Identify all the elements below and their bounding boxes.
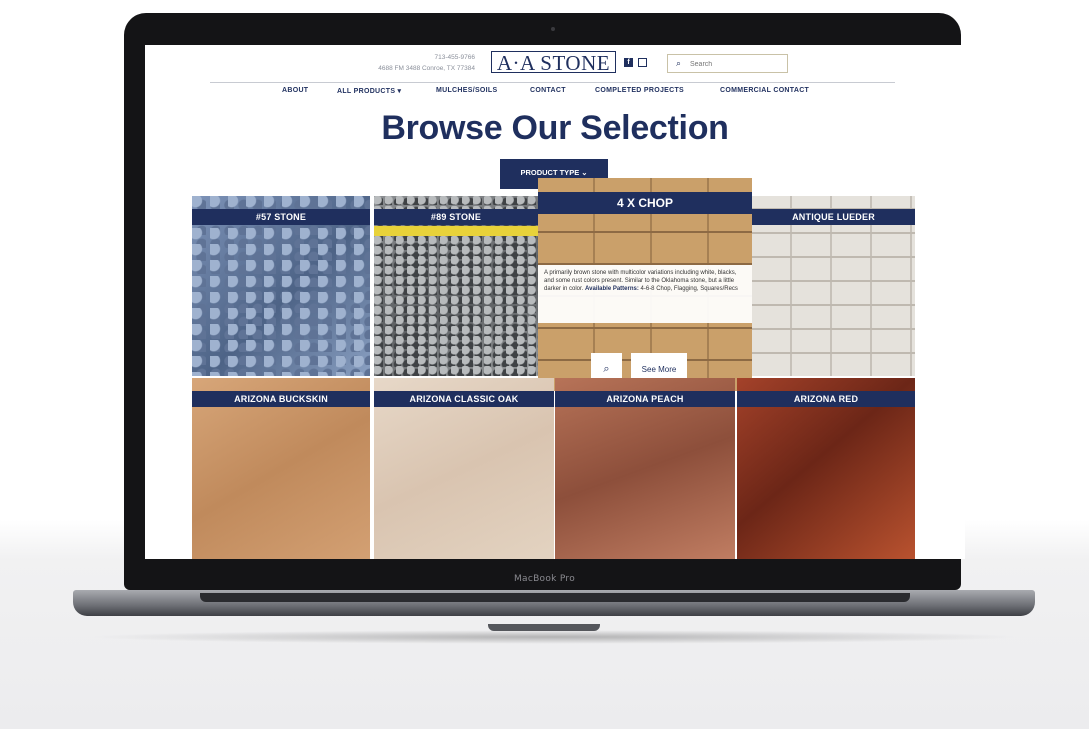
product-tile[interactable]: ANTIQUE LUEDER [752,196,915,376]
trackpad-notch [488,624,600,631]
search-input[interactable] [688,57,787,72]
instagram-icon[interactable] [638,58,647,67]
product-tile[interactable]: ARIZONA RED [737,378,915,559]
product-name: ARIZONA CLASSIC OAK [374,391,554,407]
product-name: ANTIQUE LUEDER [752,209,915,225]
product-tile[interactable]: ARIZONA BUCKSKIN [192,378,370,559]
search-box[interactable]: ⌕ [667,54,788,73]
site-logo[interactable]: A·A STONE [491,51,616,74]
product-name: #57 STONE [192,209,370,225]
page-title: Browse Our Selection [381,109,729,147]
nav-mulches-soils[interactable]: MULCHES/SOILS [436,87,497,94]
product-tile[interactable]: ARIZONA PEACH [555,378,735,559]
patterns-text: 4-6-8 Chop, Flagging, Squares/Recs [640,286,738,292]
product-name: #89 STONE [374,209,538,225]
featured-product-card[interactable]: 4 X CHOP A primarily brown stone with mu… [538,178,752,391]
header-divider [210,82,895,83]
nav-contact[interactable]: CONTACT [530,87,566,94]
main-nav: ABOUT ALL PRODUCTS ▾ MULCHES/SOILS CONTA… [265,87,865,101]
laptop-shadow [86,630,1022,644]
phone-number[interactable]: 713-455-9766 [340,52,475,63]
site-header: 713-455-9766 4688 FM 3488 Conroe, TX 773… [145,45,965,85]
facebook-icon[interactable]: f [624,58,633,67]
nav-about[interactable]: ABOUT [282,87,308,94]
product-name: ARIZONA RED [737,391,915,407]
product-tile[interactable]: #89 STONE [374,196,538,376]
camera-icon [551,27,555,31]
product-name: ARIZONA PEACH [555,391,735,407]
product-tile[interactable]: #57 STONE [192,196,370,376]
product-name: ARIZONA BUCKSKIN [192,391,370,407]
nav-completed-projects[interactable]: COMPLETED PROJECTS [595,87,684,94]
product-description: A primarily brown stone with multicolor … [538,265,752,323]
product-tile[interactable]: ARIZONA CLASSIC OAK [374,378,554,559]
patterns-label: Available Patterns: [585,286,639,292]
nav-all-products[interactable]: ALL PRODUCTS ▾ [337,87,401,95]
featured-product-name: 4 X CHOP [538,192,752,214]
contact-info: 713-455-9766 4688 FM 3488 Conroe, TX 773… [340,52,475,74]
keyboard-gap [200,593,910,602]
measuring-tape [374,226,538,236]
nav-commercial-contact[interactable]: COMMERCIAL CONTACT [720,87,809,94]
laptop-screen: 713-455-9766 4688 FM 3488 Conroe, TX 773… [145,45,965,559]
address: 4688 FM 3488 Conroe, TX 77384 [378,65,475,72]
magnifier-icon: ⌕ [603,363,610,375]
device-label: MacBook Pro [513,574,576,584]
search-icon: ⌕ [676,58,682,68]
